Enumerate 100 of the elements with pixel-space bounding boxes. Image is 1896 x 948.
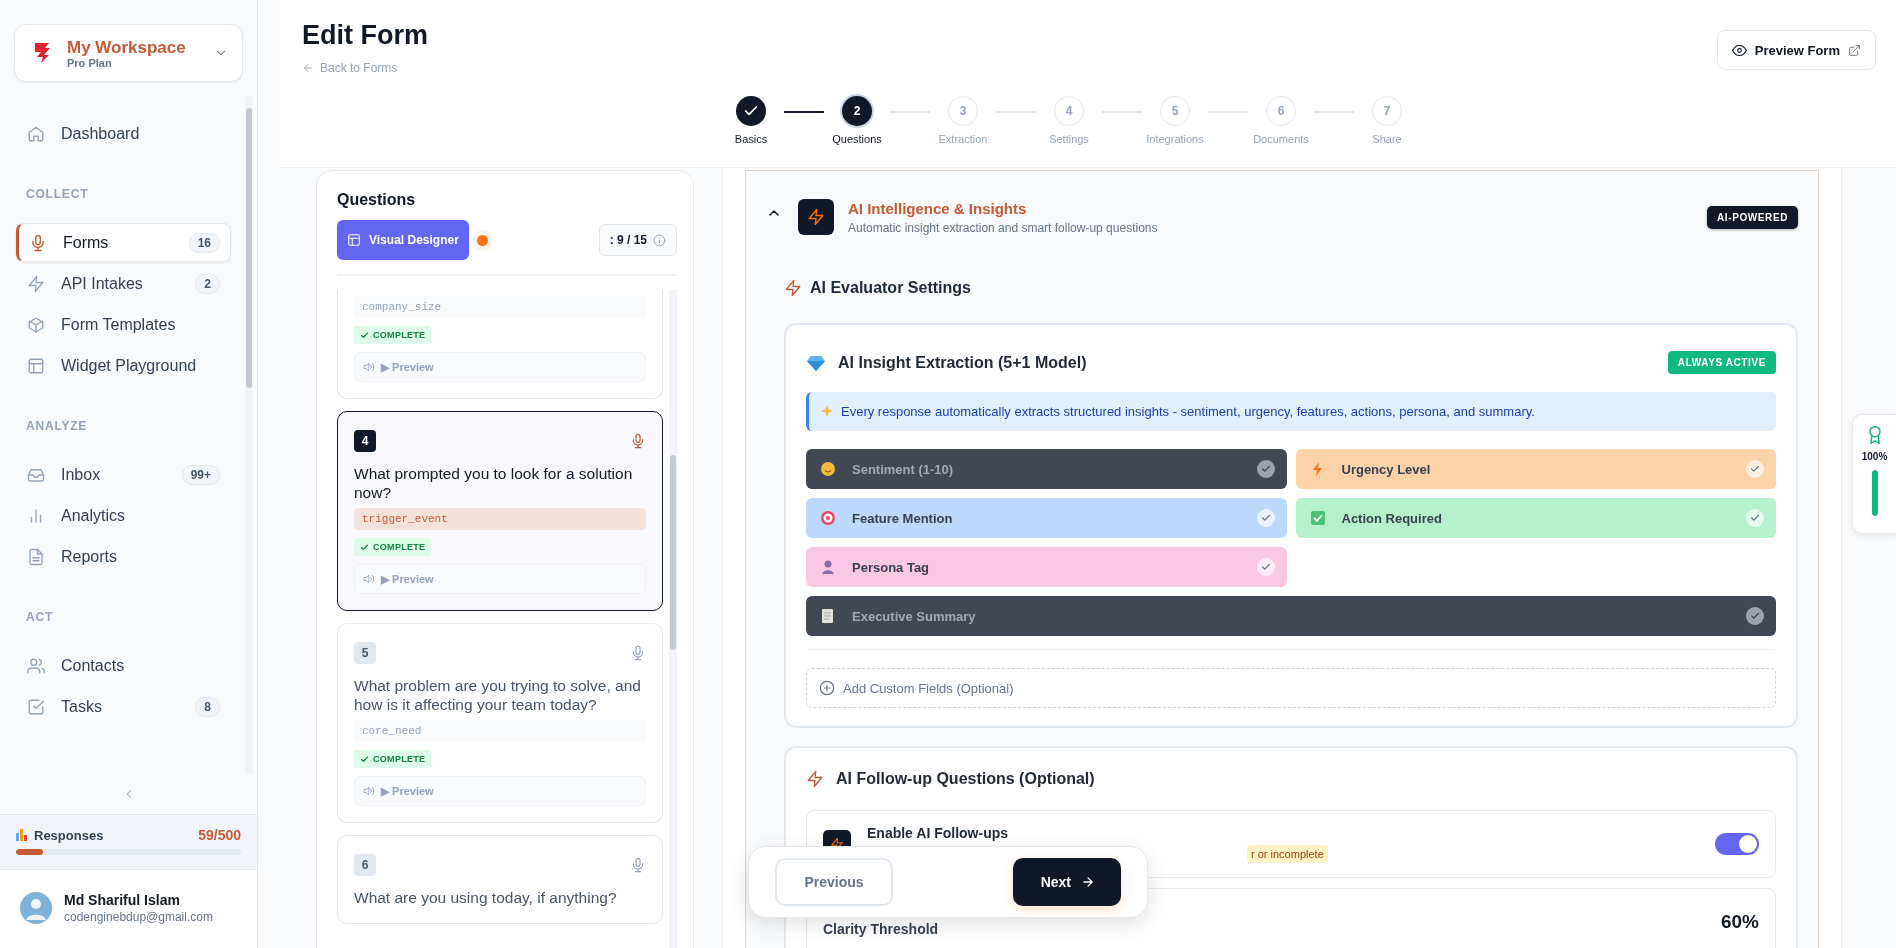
scrollbar[interactable] xyxy=(669,290,677,948)
status-tag: COMPLETE xyxy=(354,326,432,344)
nav-item[interactable]: Reports xyxy=(16,537,231,576)
check-icon xyxy=(1256,558,1275,576)
nav-item[interactable]: Analytics xyxy=(16,496,231,535)
step-label: Share xyxy=(1372,133,1402,145)
status-tag: COMPLETE xyxy=(354,538,432,556)
step-label: Documents xyxy=(1253,133,1309,145)
insight-field[interactable]: Executive Summary xyxy=(806,596,1776,636)
check-icon xyxy=(1256,460,1275,478)
usage-reading: 59/500 xyxy=(198,827,241,843)
step-label: Extraction xyxy=(938,133,988,145)
question-number: 5 xyxy=(354,642,376,664)
question-text: What prompted you to look for a solution now? xyxy=(354,464,634,502)
score-reading: 100% xyxy=(1861,451,1888,462)
count-badge: 16 xyxy=(188,232,220,253)
question-number: 4 xyxy=(354,430,376,452)
toggle-switch[interactable] xyxy=(1715,833,1759,855)
bar-chart-icon xyxy=(16,829,28,841)
avatar xyxy=(20,892,52,924)
memo-icon xyxy=(820,608,836,624)
smiley-icon xyxy=(820,461,836,477)
preview-form-button[interactable]: Preview Form xyxy=(1716,30,1876,70)
nav-item[interactable]: Form Templates xyxy=(16,305,231,344)
usage-label: Responses xyxy=(34,827,104,843)
section-subtitle: Automatic insight extraction and smart follow-up questions xyxy=(848,220,1158,235)
step-label: Integrations xyxy=(1146,133,1204,145)
nav-item[interactable]: Forms 16 xyxy=(16,223,231,262)
count-badge: 99+ xyxy=(181,464,220,485)
microphone-icon xyxy=(630,433,646,449)
document-icon xyxy=(27,547,45,566)
visual-designer-button[interactable]: Visual Designer xyxy=(337,220,469,260)
speaker-icon xyxy=(363,361,375,373)
question-card[interactable]: 6 What are you using today, if anything? xyxy=(337,835,663,924)
question-number: 6 xyxy=(354,854,376,876)
nav-item[interactable]: Dashboard xyxy=(16,114,231,153)
check-icon xyxy=(1746,607,1764,625)
cube-icon xyxy=(27,315,45,334)
user-email: codenginebdup@gmail.com xyxy=(64,910,213,924)
scrollbar[interactable] xyxy=(245,96,253,774)
step-circle[interactable] xyxy=(736,96,766,126)
count-badge: 8 xyxy=(195,696,220,717)
question-card[interactable]: 4 What prompted you to look for a solution now? trigger_event COMPLETE ▶ Preview xyxy=(337,411,663,611)
lightning-icon xyxy=(27,274,45,293)
insight-field[interactable]: Sentiment (1-10) xyxy=(806,449,1287,489)
nav-item[interactable]: Inbox 99+ xyxy=(16,455,231,494)
info-icon xyxy=(653,233,666,247)
external-link-icon xyxy=(1848,43,1861,57)
card-title: AI Follow-up Questions (Optional) xyxy=(836,770,1095,788)
insight-field[interactable]: Feature Mention xyxy=(806,498,1287,538)
question-text: What problem are you trying to solve, and how is it affecting your team today? xyxy=(354,676,642,714)
speaker-icon xyxy=(363,573,375,585)
nav-item[interactable]: Contacts xyxy=(16,646,231,685)
page-title: Edit Form xyxy=(302,20,428,51)
lightning-icon xyxy=(784,279,802,297)
next-button[interactable]: Next xyxy=(1012,858,1121,906)
question-card[interactable]: 5 What problem are you trying to solve, and how is it affecting your team today? core_need COMPLETE ▶ Preview xyxy=(337,623,663,823)
section-title: COLLECT xyxy=(26,187,90,201)
panel-title: Questions xyxy=(337,191,417,209)
nav-item[interactable]: Widget Playground xyxy=(16,346,231,385)
arrow-right-icon xyxy=(1081,875,1095,889)
check-icon xyxy=(1746,460,1764,478)
field-key: company_size xyxy=(354,296,646,318)
person-icon xyxy=(820,559,836,575)
check-icon xyxy=(1256,509,1275,527)
microphone-icon xyxy=(29,233,47,252)
insight-field[interactable]: Urgency Level xyxy=(1295,449,1776,489)
eye-icon xyxy=(1731,42,1747,58)
target-icon xyxy=(820,510,836,526)
nav-item[interactable]: API Intakes 2 xyxy=(16,264,231,303)
user-name: Md Shariful Islam xyxy=(64,892,181,908)
previous-button[interactable]: Previous xyxy=(775,858,893,906)
workspace-switcher[interactable]: My Workspace Pro Plan xyxy=(14,24,243,82)
step-circle[interactable]: 2 xyxy=(842,96,872,126)
insight-field[interactable]: Persona Tag xyxy=(806,547,1287,587)
step-label: Basics xyxy=(734,133,768,145)
nav-item[interactable]: Tasks 8 xyxy=(16,687,231,726)
check-icon xyxy=(1746,509,1764,527)
field-key: core_need xyxy=(354,720,646,742)
lightning-icon xyxy=(807,208,825,226)
checkbox-icon xyxy=(1309,510,1326,526)
check-icon xyxy=(360,754,369,764)
settings-heading: AI Evaluator Settings xyxy=(810,279,971,297)
status-tag: COMPLETE xyxy=(354,750,432,768)
question-card[interactable]: company_size COMPLETE ▶ Preview xyxy=(337,290,663,399)
microphone-icon xyxy=(630,645,646,661)
info-text: Every response automatically extracts structured insights - sentiment, urgency, features, actions, persona, and summary. xyxy=(841,404,1535,419)
hint-tag: r or incomplete xyxy=(1247,845,1328,863)
insight-field[interactable]: Action Required xyxy=(1295,498,1776,538)
arrow-left-icon xyxy=(302,62,314,74)
layout-icon xyxy=(347,233,361,247)
ai-powered-badge: AI-POWERED xyxy=(1707,205,1798,229)
question-counter: : 9 / 15 xyxy=(598,224,677,256)
checkbox-icon xyxy=(27,697,45,716)
plan-label: Pro Plan xyxy=(67,56,113,69)
users-icon xyxy=(27,656,45,675)
always-active-badge: ALWAYS ACTIVE xyxy=(1667,351,1776,374)
field-key: trigger_event xyxy=(354,508,646,530)
lightning-icon xyxy=(806,770,824,788)
card-title: AI Insight Extraction (5+1 Model) xyxy=(838,353,1087,372)
